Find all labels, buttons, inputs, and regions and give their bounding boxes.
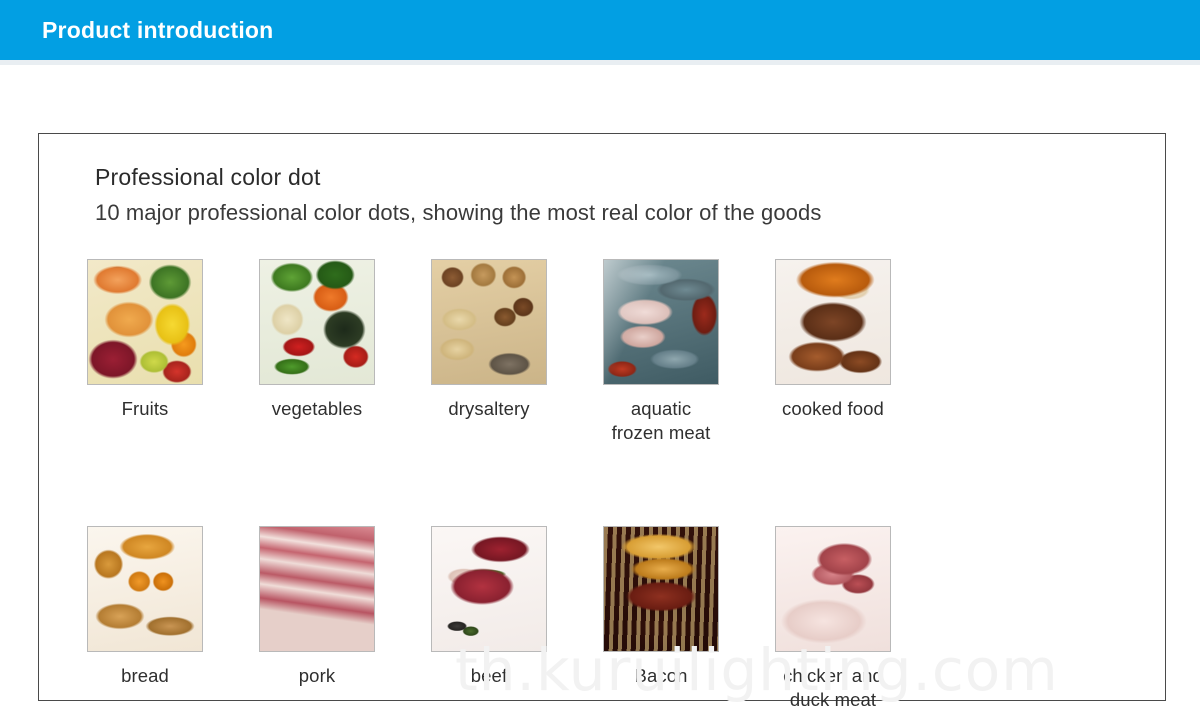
- pork-photo-art: [260, 527, 374, 652]
- category-label-pork: pork: [298, 665, 336, 687]
- fruits-photo-art: [88, 260, 202, 384]
- category-cell-cooked-food: cooked food: [747, 259, 919, 421]
- pork-photo: [259, 526, 375, 653]
- category-cell-bacon: Bacon: [575, 526, 747, 688]
- chicken-and-duck-meat-photo-art: [776, 527, 890, 652]
- category-cell-bread: bread: [59, 526, 231, 688]
- cooked-food-photo-art: [776, 260, 890, 384]
- category-cell-drysaltery: drysaltery: [403, 259, 575, 421]
- category-cell-aquatic-frozen-meat: aquatic frozen meat: [575, 259, 747, 444]
- category-cell-vegetables: vegetables: [231, 259, 403, 421]
- aquatic-frozen-meat-photo: [603, 259, 719, 385]
- chicken-and-duck-meat-photo: [775, 526, 891, 653]
- bacon-photo: [603, 526, 719, 653]
- category-label-bread: bread: [121, 665, 169, 687]
- category-label-drysaltery: drysaltery: [448, 398, 530, 419]
- category-label-beef: beef: [470, 665, 508, 687]
- beef-photo-art: [432, 527, 546, 652]
- bread-photo-art: [88, 527, 202, 652]
- category-cell-chicken-and-duck-meat: chicken and duck meat: [747, 526, 919, 708]
- drysaltery-photo: [431, 259, 547, 385]
- cooked-food-photo: [775, 259, 891, 385]
- category-label-cooked-food: cooked food: [782, 398, 884, 419]
- aquatic-frozen-meat-photo-art: [604, 260, 718, 384]
- page-header: Product introduction: [0, 0, 1200, 60]
- category-cell-fruits: Fruits: [59, 259, 231, 421]
- content-panel: Professional color dot 10 major professi…: [38, 133, 1166, 708]
- category-grid: Fruits vegetables drysaltery aquatic fro…: [59, 259, 979, 708]
- panel-heading: Professional color dot: [95, 164, 321, 190]
- category-label-chicken-and-duck-meat: chicken and duck meat: [783, 665, 883, 708]
- panel-subheading: 10 major professional color dots, showin…: [95, 200, 822, 225]
- category-row-2: bread pork beef Bacon chicken and duck m…: [59, 526, 979, 708]
- category-cell-beef: beef: [403, 526, 575, 688]
- bread-photo: [87, 526, 203, 653]
- fruits-photo: [87, 259, 203, 385]
- page-root: Product introduction Professional color …: [0, 0, 1200, 708]
- beef-photo: [431, 526, 547, 653]
- drysaltery-photo-art: [432, 260, 546, 384]
- bacon-photo-art: [604, 527, 718, 652]
- page-title: Product introduction: [42, 16, 274, 43]
- category-cell-pork: pork: [231, 526, 403, 688]
- header-underline: [0, 60, 1200, 65]
- vegetables-photo: [259, 259, 375, 385]
- category-label-vegetables: vegetables: [271, 398, 363, 419]
- category-label-bacon: Bacon: [634, 665, 688, 687]
- category-label-fruits: Fruits: [121, 398, 169, 419]
- category-label-aquatic-frozen-meat: aquatic frozen meat: [611, 398, 711, 443]
- vegetables-photo-art: [260, 260, 374, 384]
- category-row-1: Fruits vegetables drysaltery aquatic fro…: [59, 259, 979, 444]
